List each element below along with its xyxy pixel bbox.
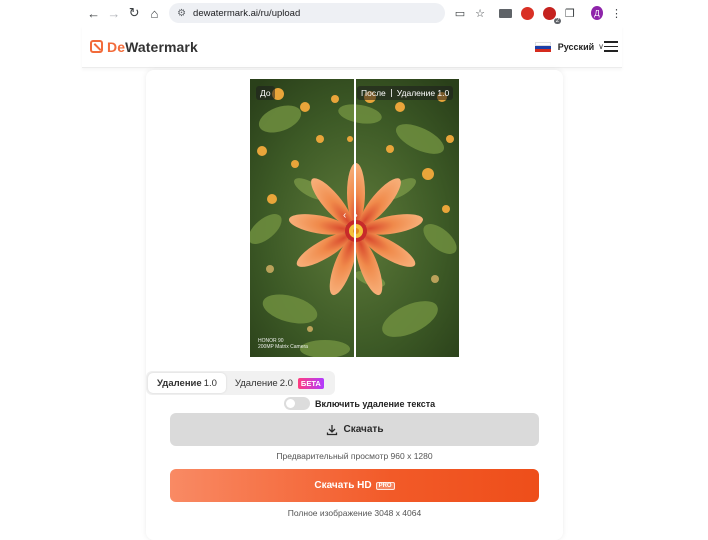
more-menu-icon[interactable]: ⋮ bbox=[611, 7, 622, 20]
profile-avatar[interactable]: Д bbox=[590, 6, 603, 20]
russian-flag-icon bbox=[534, 41, 551, 52]
download-label: Скачать bbox=[343, 424, 384, 435]
logo-icon bbox=[90, 40, 103, 53]
arrow-left-icon[interactable]: ← bbox=[85, 3, 102, 23]
browser-toolbar: ← → ↻ ⌂ ⚙ dewatermark.ai/ru/upload ▭ ☆ 2… bbox=[82, 0, 622, 26]
text-removal-label: Включить удаление текста bbox=[315, 398, 436, 409]
notification-extension-icon[interactable]: 2 bbox=[543, 6, 562, 24]
beta-badge: БЕТА bbox=[297, 377, 324, 389]
tab-removal-1[interactable]: Удаление 1.0 bbox=[148, 373, 226, 393]
after-label: После Удаление 1.0 bbox=[357, 86, 454, 100]
hamburger-menu-icon[interactable] bbox=[604, 41, 618, 52]
text-removal-toggle[interactable] bbox=[284, 397, 310, 410]
drag-handle-icon[interactable]: ‹› bbox=[343, 210, 366, 221]
red-extension-icon[interactable] bbox=[521, 6, 535, 20]
tab-removal-2[interactable]: Удаление 2.0 БЕТА bbox=[226, 373, 333, 393]
before-label: До bbox=[256, 86, 275, 100]
removal-mode-tabs: Удаление 1.0 Удаление 2.0 БЕТА bbox=[146, 371, 335, 395]
logo-prefix: De bbox=[107, 38, 126, 55]
preview-resolution: Предварительный просмотр 960 x 1280 bbox=[276, 451, 433, 461]
logo-suffix: Watermark bbox=[125, 38, 198, 55]
home-icon[interactable]: ⌂ bbox=[146, 3, 163, 23]
url-text: dewatermark.ai/ru/upload bbox=[193, 7, 301, 19]
extension-badge: 2 bbox=[553, 17, 562, 24]
full-resolution: Полное изображение 3048 x 4064 bbox=[287, 508, 422, 518]
before-after-preview[interactable]: ‹› До После Удаление 1.0 HONOR 90 200MP M… bbox=[250, 79, 459, 357]
bookmark-star-icon[interactable]: ☆ bbox=[475, 7, 485, 20]
arrow-right-icon[interactable]: → bbox=[105, 3, 122, 23]
download-button[interactable]: Скачать bbox=[170, 413, 539, 446]
pro-badge: PRO bbox=[375, 481, 395, 490]
download-hd-label: Скачать HD bbox=[314, 480, 372, 491]
mail-extension-icon[interactable] bbox=[499, 8, 513, 18]
language-selector[interactable]: Русский ∨ bbox=[534, 41, 604, 52]
download-hd-button[interactable]: Скачать HD PRO bbox=[170, 469, 539, 502]
logo[interactable]: DeWatermark bbox=[90, 39, 198, 55]
puzzle-icon[interactable]: ❒ bbox=[565, 7, 575, 20]
address-bar[interactable]: ⚙ dewatermark.ai/ru/upload bbox=[169, 3, 445, 23]
install-app-icon[interactable]: ▭ bbox=[455, 7, 465, 20]
site-header: DeWatermark Русский ∨ bbox=[82, 26, 622, 68]
reload-icon[interactable]: ↻ bbox=[126, 3, 143, 23]
download-icon bbox=[326, 424, 337, 435]
site-info-icon[interactable]: ⚙ bbox=[177, 8, 186, 19]
text-removal-toggle-row: Включить удаление текста bbox=[284, 397, 435, 410]
language-label: Русский bbox=[557, 41, 595, 52]
watermark-stamp: HONOR 90 200MP Matrix Camera bbox=[258, 338, 308, 350]
